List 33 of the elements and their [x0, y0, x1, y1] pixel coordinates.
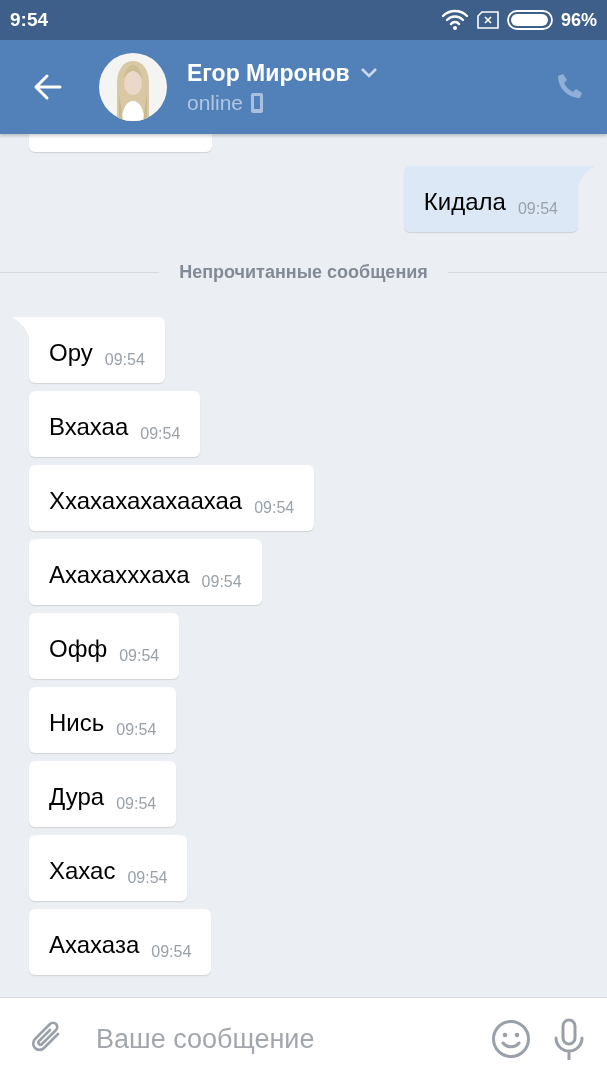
message-text: Ахахаххxаха — [49, 561, 190, 590]
battery-icon — [506, 10, 553, 30]
message-composer[interactable]: Ваше сообщение — [0, 997, 607, 1080]
message-time: 09:54 — [116, 721, 157, 739]
message-time: 09:54 — [140, 425, 181, 443]
message-text: Офф — [49, 635, 108, 664]
message-text: Вхахаа — [49, 413, 129, 442]
message-time: 09:54 — [151, 943, 192, 961]
message-time: 09:54 — [254, 499, 295, 517]
contact-name[interactable]: Егор Миронов — [187, 59, 350, 87]
message-text: Нись — [49, 709, 105, 738]
mobile-phone-icon — [251, 92, 264, 113]
contact-status: online — [187, 90, 244, 115]
chevron-down-icon[interactable] — [359, 67, 378, 79]
message-time: 09:54 — [201, 573, 242, 591]
message-time: 09:54 — [119, 647, 160, 665]
message-text: Ххахахахахаахаа — [49, 487, 243, 516]
message-text: Ору — [49, 339, 93, 368]
sim-icon — [476, 11, 499, 29]
battery-percent: 96% — [560, 9, 597, 31]
message-text: Хахас — [49, 857, 116, 886]
message-text: Дура — [49, 783, 105, 812]
wifi-icon — [440, 9, 469, 31]
message-time: 09:54 — [127, 869, 168, 887]
message-text: Ахахаза — [49, 931, 140, 960]
message-time: 09:54 — [116, 795, 157, 813]
status-time: 9:54 — [10, 9, 49, 31]
message-time: 09:54 — [517, 200, 558, 218]
emoji-button[interactable] — [491, 1019, 531, 1059]
microphone-button[interactable] — [553, 1018, 585, 1060]
message-time: 09:54 — [104, 351, 145, 369]
unread-divider-label: Непрочитанные сообщения — [179, 262, 428, 283]
message-text: Кидала — [423, 188, 506, 217]
